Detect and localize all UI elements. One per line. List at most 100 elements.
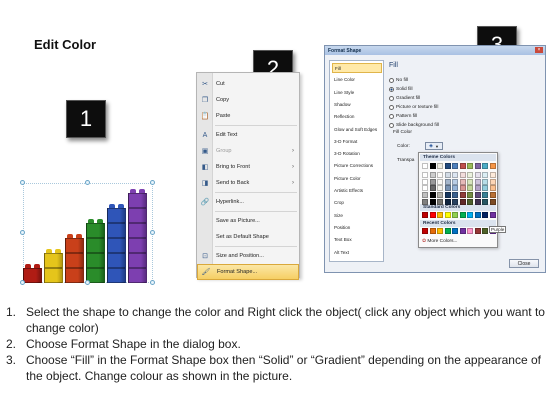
- lego-bar-chart[interactable]: [18, 179, 156, 287]
- theme-color-swatch[interactable]: [429, 178, 436, 185]
- theme-color-swatch[interactable]: [459, 171, 466, 178]
- nav-item-line-color[interactable]: Line Color: [332, 75, 382, 85]
- menu-item-set-as-default-shape[interactable]: Set as Default Shape: [197, 229, 299, 245]
- theme-color-swatch[interactable]: [452, 178, 458, 185]
- radio-button[interactable]: [389, 113, 394, 119]
- theme-color-swatch[interactable]: [459, 178, 466, 185]
- menu-item-hyperlink[interactable]: 🔗 Hyperlink...: [197, 194, 299, 210]
- theme-color-swatch[interactable]: [482, 163, 488, 169]
- standard-color-swatch[interactable]: [429, 212, 436, 218]
- theme-color-swatch[interactable]: [482, 178, 488, 185]
- theme-color-swatch[interactable]: [452, 199, 458, 205]
- menu-item-send-to-back[interactable]: ◨ Send to Back ›: [197, 175, 299, 191]
- theme-color-swatch[interactable]: [437, 178, 443, 185]
- theme-color-swatch[interactable]: [422, 185, 428, 192]
- recent-color-swatch[interactable]: [444, 228, 451, 234]
- fill-option-slide-background-fill[interactable]: Slide background fill: [389, 121, 439, 129]
- theme-color-swatch[interactable]: [474, 199, 481, 205]
- theme-color-swatch[interactable]: [474, 185, 481, 192]
- recent-color-swatch[interactable]: [482, 228, 488, 234]
- theme-color-swatch[interactable]: [437, 171, 443, 178]
- theme-color-swatch[interactable]: [489, 185, 496, 192]
- more-colors-link[interactable]: ✿ More Colors...: [422, 239, 458, 244]
- theme-color-swatch[interactable]: [444, 178, 451, 185]
- theme-color-swatch[interactable]: [444, 199, 451, 205]
- theme-color-swatch[interactable]: [489, 199, 496, 205]
- theme-color-swatch[interactable]: [467, 163, 473, 169]
- fill-option-gradient-fill[interactable]: Gradient fill: [389, 94, 420, 102]
- recent-color-swatch[interactable]: [452, 228, 458, 234]
- radio-button[interactable]: [389, 122, 394, 128]
- theme-color-swatch[interactable]: [489, 163, 496, 169]
- resize-handle[interactable]: [85, 280, 90, 285]
- fill-option-no-fill[interactable]: No fill: [389, 76, 408, 84]
- nav-item-fill[interactable]: Fill: [332, 63, 382, 73]
- theme-color-swatch[interactable]: [467, 171, 473, 178]
- theme-color-swatch[interactable]: [474, 163, 481, 169]
- menu-item-cut[interactable]: ✂ Cut: [197, 76, 299, 92]
- nav-item-alt-text[interactable]: Alt Text: [332, 248, 382, 258]
- menu-item-size-and-position[interactable]: ⊡ Size and Position...: [197, 248, 299, 264]
- theme-color-swatch[interactable]: [429, 199, 436, 205]
- standard-color-swatch[interactable]: [452, 212, 458, 218]
- menu-item-copy[interactable]: ❐ Copy: [197, 92, 299, 108]
- resize-handle[interactable]: [150, 230, 155, 235]
- nav-item-size[interactable]: Size: [332, 211, 382, 221]
- theme-color-swatch[interactable]: [467, 192, 473, 199]
- theme-color-swatch[interactable]: [422, 178, 428, 185]
- theme-color-swatch[interactable]: [429, 163, 436, 169]
- standard-color-swatch[interactable]: [444, 212, 451, 218]
- theme-color-swatch[interactable]: [467, 199, 473, 205]
- nav-item-text-box[interactable]: Text Box: [332, 235, 382, 245]
- theme-color-swatch[interactable]: [482, 185, 488, 192]
- radio-button[interactable]: [389, 95, 394, 101]
- theme-color-swatch[interactable]: [459, 185, 466, 192]
- theme-color-swatch[interactable]: [422, 163, 428, 169]
- theme-color-swatch[interactable]: [422, 171, 428, 178]
- standard-color-swatch[interactable]: [467, 212, 473, 218]
- theme-color-swatch[interactable]: [429, 171, 436, 178]
- theme-color-swatch[interactable]: [489, 171, 496, 178]
- theme-color-swatch[interactable]: [429, 185, 436, 192]
- theme-color-swatch[interactable]: [437, 192, 443, 199]
- theme-color-swatch[interactable]: [467, 178, 473, 185]
- standard-color-swatch[interactable]: [459, 212, 466, 218]
- theme-color-swatch[interactable]: [489, 178, 496, 185]
- menu-item-paste[interactable]: 📋 Paste: [197, 108, 299, 124]
- menu-item-group[interactable]: ▣ Group ›: [197, 143, 299, 159]
- close-button[interactable]: Close: [509, 259, 539, 268]
- theme-color-swatch[interactable]: [429, 192, 436, 199]
- theme-color-swatch[interactable]: [482, 171, 488, 178]
- standard-color-swatch[interactable]: [489, 212, 496, 218]
- nav-item-line-style[interactable]: Line Style: [332, 88, 382, 98]
- theme-color-swatch[interactable]: [474, 192, 481, 199]
- nav-item-position[interactable]: Position: [332, 223, 382, 233]
- standard-color-swatch[interactable]: [474, 212, 481, 218]
- theme-color-swatch[interactable]: [437, 163, 443, 169]
- theme-color-swatch[interactable]: [474, 171, 481, 178]
- theme-color-swatch[interactable]: [482, 199, 488, 205]
- recent-color-swatch[interactable]: [422, 228, 428, 234]
- nav-item-artistic-effects[interactable]: Artistic Effects: [332, 186, 382, 196]
- fill-option-solid-fill[interactable]: Solid fill: [389, 85, 413, 93]
- resize-handle[interactable]: [150, 180, 155, 185]
- theme-color-swatch[interactable]: [444, 163, 451, 169]
- theme-color-swatch[interactable]: [444, 185, 451, 192]
- radio-button[interactable]: [389, 77, 394, 83]
- theme-color-swatch[interactable]: [459, 192, 466, 199]
- theme-color-swatch[interactable]: [444, 171, 451, 178]
- menu-item-edit-text[interactable]: A Edit Text: [197, 127, 299, 143]
- resize-handle[interactable]: [85, 180, 90, 185]
- menu-item-save-as-picture[interactable]: Save as Picture...: [197, 213, 299, 229]
- nav-item-glow-and-soft-edges[interactable]: Glow and Soft Edges: [332, 125, 382, 135]
- standard-color-swatch[interactable]: [422, 212, 428, 218]
- radio-button[interactable]: [389, 86, 394, 92]
- theme-color-swatch[interactable]: [422, 199, 428, 205]
- nav-item-reflection[interactable]: Reflection: [332, 112, 382, 122]
- theme-color-swatch[interactable]: [452, 163, 458, 169]
- fill-option-picture-or-texture-fill[interactable]: Picture or texture fill: [389, 103, 438, 111]
- theme-color-swatch[interactable]: [452, 171, 458, 178]
- color-picker-button[interactable]: ◈ ▼: [425, 142, 443, 150]
- recent-color-swatch[interactable]: [467, 228, 473, 234]
- nav-item-picture-color[interactable]: Picture Color: [332, 174, 382, 184]
